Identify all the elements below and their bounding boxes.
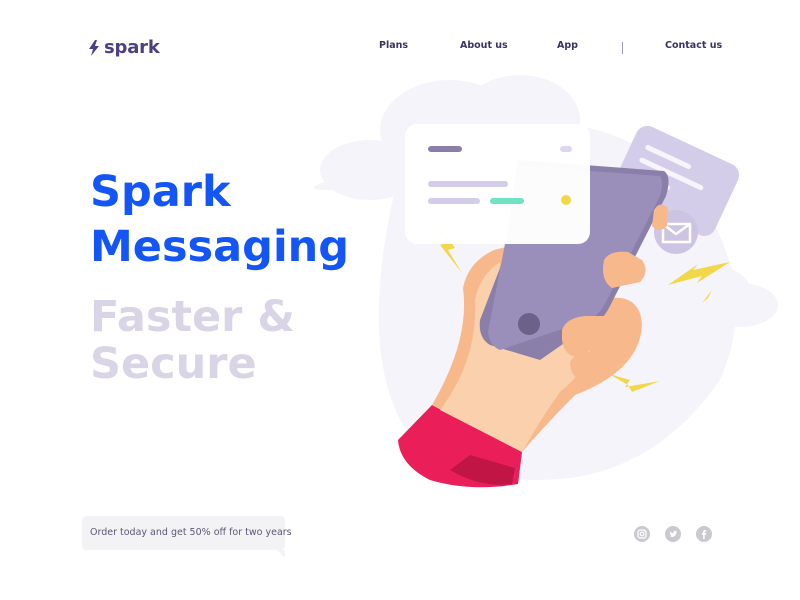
instagram-icon[interactable] [634,526,650,542]
promo-banner[interactable]: Order today and get 50% off for two year… [82,516,292,558]
facebook-icon[interactable] [696,526,712,542]
hero-subtitle-line1: Faster & [90,292,295,342]
message-card [405,124,590,244]
twitter-icon[interactable] [665,526,681,542]
hero-title-line2: Messaging [90,222,350,272]
hero-title-line1: Spark [90,167,231,217]
hero-subtitle-line2: Secure [90,339,257,389]
promo-text: Order today and get 50% off for two year… [90,527,292,538]
